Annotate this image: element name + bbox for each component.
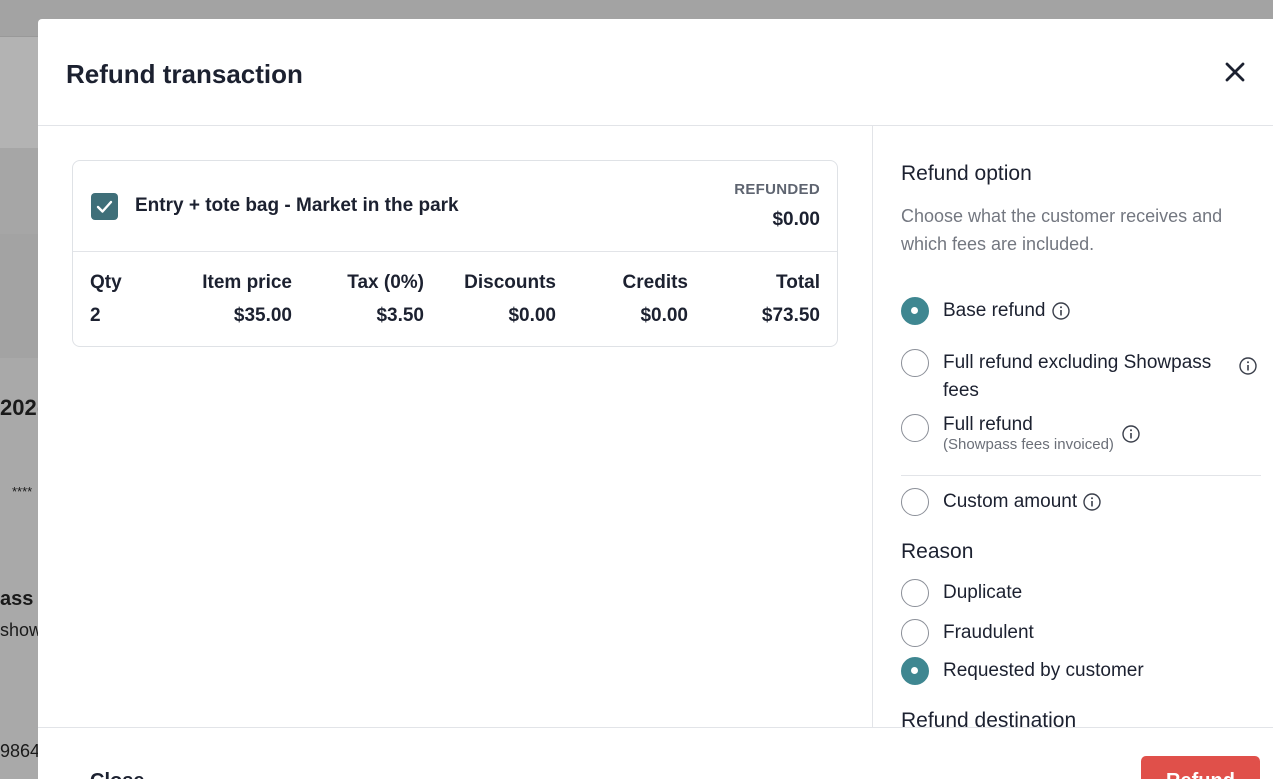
- refund-button[interactable]: Refund: [1141, 756, 1260, 779]
- col-value: 2: [90, 305, 101, 326]
- radio-label: Full refund excluding Showpass fees: [943, 352, 1212, 401]
- col-credits: Credits $0.00: [623, 272, 688, 327]
- radio-custom-amount[interactable]: Custom amount: [901, 488, 1102, 516]
- radio-button[interactable]: [901, 619, 929, 647]
- modal-title: Refund transaction: [66, 59, 303, 89]
- radio-requested-by-customer[interactable]: Requested by customer: [901, 657, 1144, 685]
- radio-label: Fraudulent: [943, 622, 1034, 643]
- radio-label: Full refund: [943, 414, 1033, 435]
- item-card-header: Entry + tote bag - Market in the park RE…: [73, 161, 837, 252]
- col-header: Discounts: [464, 272, 556, 293]
- item-card: Entry + tote bag - Market in the park RE…: [72, 160, 838, 347]
- modal-body: Entry + tote bag - Market in the park RE…: [38, 126, 1273, 732]
- background-masked-text: ****: [12, 484, 33, 499]
- radio-button[interactable]: [901, 349, 929, 377]
- radio-button[interactable]: [901, 579, 929, 607]
- info-icon[interactable]: [1051, 301, 1071, 321]
- refunded-value: $0.00: [772, 209, 820, 230]
- col-item-price: Item price $35.00: [202, 272, 292, 327]
- refunded-label: REFUNDED: [734, 181, 820, 198]
- close-button[interactable]: [1222, 59, 1248, 85]
- radio-label: Duplicate: [943, 582, 1023, 603]
- radio-sublabel: (Showpass fees invoiced): [943, 436, 1114, 453]
- background-panel: [0, 358, 40, 779]
- info-icon[interactable]: [1238, 356, 1258, 376]
- col-value: $73.50: [761, 305, 820, 326]
- col-qty: Qty 2: [90, 272, 122, 327]
- modal-footer: Close Refund: [38, 727, 1273, 779]
- background-band: [0, 148, 40, 234]
- background-show-text: show: [0, 620, 43, 640]
- radio-base-refund[interactable]: Base refund: [901, 297, 1071, 325]
- radio-full-refund-excluding-fees[interactable]: Full refund excluding Showpass fees: [901, 349, 1257, 405]
- radio-full-refund[interactable]: Full refund (Showpass fees invoiced): [901, 414, 1141, 454]
- background-header-band: [0, 36, 40, 148]
- item-table: Qty 2 Item price $35.00 Tax (0%) $3.50 D…: [73, 252, 837, 347]
- radio-button[interactable]: [901, 297, 929, 325]
- reason-title: Reason: [901, 540, 974, 563]
- col-value: $0.00: [640, 305, 688, 326]
- radio-button[interactable]: [901, 488, 929, 516]
- info-icon[interactable]: [1082, 492, 1102, 512]
- background-pass-text: ass: [0, 588, 34, 610]
- background-number-text: 9864: [0, 741, 41, 761]
- refund-settings-pane: Refund option Choose what the customer r…: [872, 126, 1273, 732]
- item-name: Entry + tote bag - Market in the park: [135, 195, 459, 216]
- radio-fraudulent[interactable]: Fraudulent: [901, 619, 1034, 647]
- col-discounts: Discounts $0.00: [464, 272, 556, 327]
- item-checkbox[interactable]: [91, 193, 118, 220]
- info-icon[interactable]: [1121, 424, 1141, 444]
- col-tax: Tax (0%) $3.50: [347, 272, 424, 327]
- check-icon: [96, 200, 113, 213]
- radio-label: Requested by customer: [943, 660, 1144, 681]
- modal-header: Refund transaction: [38, 19, 1273, 126]
- radio-label: Base refund: [943, 300, 1046, 321]
- radio-duplicate[interactable]: Duplicate: [901, 579, 1022, 607]
- close-icon: [1225, 62, 1245, 82]
- col-value: $3.50: [376, 305, 424, 326]
- radio-button[interactable]: [901, 657, 929, 685]
- refund-option-description: Choose what the customer receives and wh…: [901, 206, 1223, 254]
- close-footer-button[interactable]: Close: [90, 770, 144, 779]
- col-value: $0.00: [508, 305, 556, 326]
- col-total: Total $73.50: [762, 272, 820, 327]
- col-header: Tax (0%): [347, 272, 424, 293]
- items-pane: Entry + tote bag - Market in the park RE…: [38, 126, 872, 727]
- radio-label: Custom amount: [943, 491, 1078, 512]
- col-header: Qty: [90, 272, 122, 293]
- refund-option-title: Refund option: [901, 162, 1032, 185]
- divider: [901, 475, 1261, 476]
- col-header: Total: [776, 272, 820, 293]
- col-value: $35.00: [233, 305, 292, 326]
- refund-modal: Refund transaction Entry + tote bag - Ma…: [38, 19, 1273, 779]
- radio-button[interactable]: [901, 414, 929, 442]
- col-header: Item price: [202, 272, 292, 293]
- col-header: Credits: [622, 272, 688, 293]
